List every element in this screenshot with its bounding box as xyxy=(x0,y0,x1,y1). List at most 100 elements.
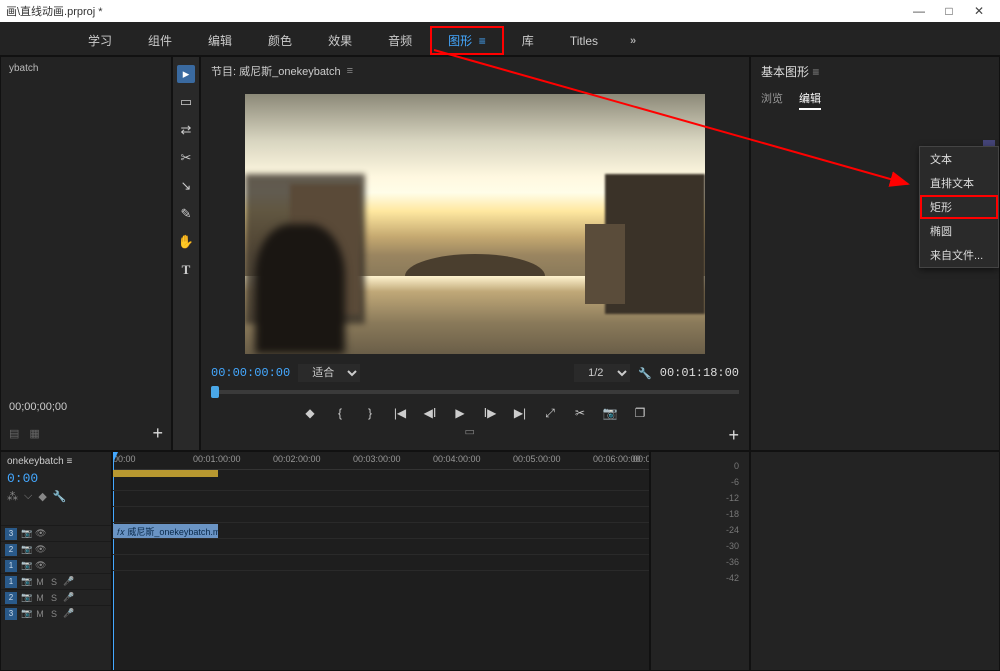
db-label: -12 xyxy=(657,490,743,506)
timeline-header: onekeybatch ≡ 0:00 ⁂ ⌵ ◆ 🔧 3📷👁 2📷👁 1📷👁 1… xyxy=(0,451,112,671)
pen-tool[interactable]: ✎ xyxy=(177,205,195,223)
step-fwd-button[interactable]: Ⅰ▶ xyxy=(482,406,498,421)
ruler-tick: 00:04:00:00 xyxy=(433,454,481,464)
db-label: -42 xyxy=(657,570,743,586)
egp-tab-edit[interactable]: 编辑 xyxy=(799,90,821,110)
settings-icon[interactable]: 🔧 xyxy=(638,367,652,380)
ctx-vertical-text[interactable]: 直排文本 xyxy=(920,171,998,195)
ripple-tool[interactable]: ⇄ xyxy=(177,121,195,139)
ruler-tick: 00:02:00:00 xyxy=(273,454,321,464)
timecode-out: 00:01:18:00 xyxy=(660,366,739,380)
menu-overflow[interactable]: » xyxy=(616,29,650,53)
menu-library[interactable]: 库 xyxy=(504,26,552,55)
new-layer-menu: 文本 直排文本 矩形 椭圆 来自文件... xyxy=(919,146,999,268)
workspace-menubar: 学习 组件 编辑 颜色 效果 音频 图形 ≡ 库 Titles » xyxy=(0,26,1000,56)
menu-titles[interactable]: Titles xyxy=(552,28,616,54)
ctx-rectangle[interactable]: 矩形 xyxy=(920,195,998,219)
safe-margins-icon[interactable]: ▭ xyxy=(465,425,475,446)
project-title: 画\直线动画.prproj * xyxy=(6,3,103,19)
ruler-tick: 00:05:00:00 xyxy=(513,454,561,464)
essential-graphics-panel: 基本图形 ≡ 浏览 编辑 文本 直排文本 矩形 椭圆 来自文件... xyxy=(750,56,1000,451)
ctx-text[interactable]: 文本 xyxy=(920,147,998,171)
audio-meter: 0-6-12-18-24-30-36-42 xyxy=(650,451,750,671)
extract-button[interactable]: ✂ xyxy=(572,406,588,421)
type-tool[interactable]: T xyxy=(177,261,195,279)
scrub-bar[interactable] xyxy=(201,384,749,402)
source-timecode[interactable]: 00;00;00;00 xyxy=(9,401,67,413)
sequence-tab[interactable]: onekeybatch ≡ xyxy=(1,452,111,471)
menu-assembly[interactable]: 组件 xyxy=(130,26,190,55)
source-tab[interactable]: ybatch xyxy=(1,57,171,80)
play-button[interactable]: ▶ xyxy=(452,406,468,421)
goto-in-button[interactable]: |◀ xyxy=(392,406,408,421)
program-panel: 节目: 威尼斯_onekeybatch ≡ 00:00:00:00 适合 1/2… xyxy=(200,56,750,451)
snap-icon[interactable]: ⁂ xyxy=(7,490,18,503)
mark-out-button[interactable]: } xyxy=(362,406,378,421)
menu-learn[interactable]: 学习 xyxy=(70,26,130,55)
menu-edit[interactable]: 编辑 xyxy=(190,26,250,55)
minimize-button[interactable]: — xyxy=(904,4,934,18)
video-preview xyxy=(245,94,705,354)
slip-tool[interactable]: ↘ xyxy=(177,177,195,195)
menu-graphics[interactable]: 图形 ≡ xyxy=(430,26,504,55)
link-icon[interactable]: ⌵ xyxy=(24,490,32,503)
source-panel: ybatch 00;00;00;00 ▤ ▦ + xyxy=(0,56,172,451)
ctx-from-file[interactable]: 来自文件... xyxy=(920,243,998,267)
playhead-icon[interactable] xyxy=(211,386,219,398)
db-label: -6 xyxy=(657,474,743,490)
db-label: -30 xyxy=(657,538,743,554)
resolution-select[interactable]: 1/2 xyxy=(574,364,630,382)
ctx-ellipse[interactable]: 椭圆 xyxy=(920,219,998,243)
title-bar: 画\直线动画.prproj * — □ ✕ xyxy=(0,0,1000,22)
track-v3[interactable]: 3📷👁 xyxy=(1,525,111,541)
selection-tool[interactable]: ▸ xyxy=(177,65,195,83)
track-a2[interactable]: 2📷MS🎤 xyxy=(1,589,111,605)
ruler-tick: 00:06:1 xyxy=(633,454,650,464)
mark-in-button[interactable]: ◆ xyxy=(302,406,318,421)
transport-controls: ◆ { } |◀ ◀Ⅰ ▶ Ⅰ▶ ▶| ⤢ ✂ 📷 ❐ xyxy=(201,402,749,423)
razor-tool[interactable]: ✂ xyxy=(177,149,195,167)
track-v2[interactable]: 2📷👁 xyxy=(1,541,111,557)
video-clip[interactable]: 𝑓𝑥 威尼斯_onekeybatch.mp4 xyxy=(113,524,218,538)
timeline[interactable]: 00:0000:01:00:0000:02:00:0000:03:00:0000… xyxy=(112,451,650,671)
egp-title: 基本图形 xyxy=(761,65,809,79)
time-ruler[interactable]: 00:0000:01:00:0000:02:00:0000:03:00:0000… xyxy=(113,452,649,470)
grid-view-icon[interactable]: ▦ xyxy=(29,427,39,440)
db-label: 0 xyxy=(657,458,743,474)
menu-color[interactable]: 颜色 xyxy=(250,26,310,55)
track-a1[interactable]: 1📷MS🎤 xyxy=(1,573,111,589)
ruler-tick: 00:03:00:00 xyxy=(353,454,401,464)
work-area-bar[interactable] xyxy=(113,470,218,477)
toolbar: ▸ ▭ ⇄ ✂ ↘ ✎ ✋ T xyxy=(172,56,200,451)
timeline-timecode[interactable]: 0:00 xyxy=(1,471,111,486)
menu-effects[interactable]: 效果 xyxy=(310,26,370,55)
hand-tool[interactable]: ✋ xyxy=(177,233,195,251)
db-label: -18 xyxy=(657,506,743,522)
lift-button[interactable]: ⤢ xyxy=(542,406,558,421)
panel-menu-icon[interactable]: ≡ xyxy=(347,65,353,77)
menu-audio[interactable]: 音频 xyxy=(370,26,430,55)
maximize-button[interactable]: □ xyxy=(934,4,964,18)
db-label: -24 xyxy=(657,522,743,538)
close-button[interactable]: ✕ xyxy=(964,4,994,18)
timecode-in[interactable]: 00:00:00:00 xyxy=(211,366,290,380)
add-button[interactable]: + xyxy=(728,425,739,446)
ruler-tick: 00:01:00:00 xyxy=(193,454,241,464)
add-media-button[interactable]: + xyxy=(152,423,163,444)
db-label: -36 xyxy=(657,554,743,570)
track-v1[interactable]: 1📷👁 xyxy=(1,557,111,573)
mark-in2-button[interactable]: { xyxy=(332,406,348,421)
program-viewer[interactable] xyxy=(201,85,749,362)
list-view-icon[interactable]: ▤ xyxy=(9,427,19,440)
wrench-icon[interactable]: 🔧 xyxy=(53,490,67,503)
marker-icon[interactable]: ◆ xyxy=(38,490,46,503)
program-title: 节目: 威尼斯_onekeybatch xyxy=(211,63,341,79)
export-frame-button[interactable]: 📷 xyxy=(602,406,618,421)
egp-tab-browse[interactable]: 浏览 xyxy=(761,90,783,110)
zoom-fit-select[interactable]: 适合 xyxy=(298,364,360,382)
compare-button[interactable]: ❐ xyxy=(632,406,648,421)
track-select-tool[interactable]: ▭ xyxy=(177,93,195,111)
step-back-button[interactable]: ◀Ⅰ xyxy=(422,406,438,421)
goto-out-button[interactable]: ▶| xyxy=(512,406,528,421)
track-a3[interactable]: 3📷MS🎤 xyxy=(1,605,111,621)
